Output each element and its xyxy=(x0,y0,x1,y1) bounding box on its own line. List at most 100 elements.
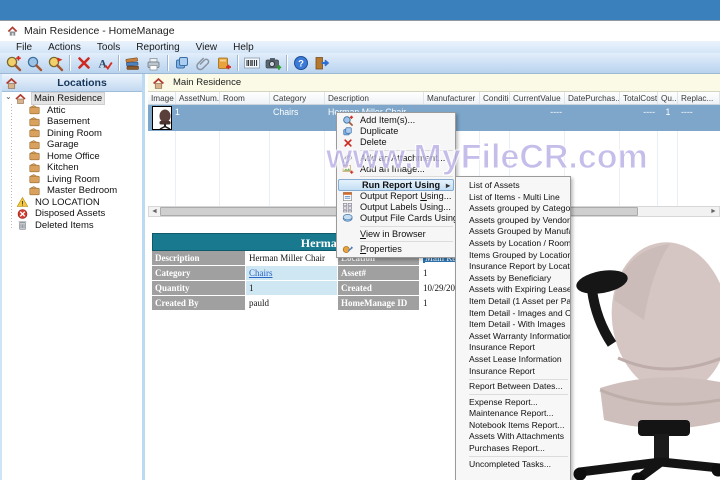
col-replacement[interactable]: Replac... xyxy=(678,92,720,104)
menu-tools[interactable]: Tools xyxy=(89,41,128,54)
locations-panel-header: Locations xyxy=(2,74,142,92)
col-room[interactable]: Room xyxy=(220,92,270,104)
col-currentvalue[interactable]: CurrentValue xyxy=(510,92,565,104)
expand-collapse-icon[interactable] xyxy=(5,94,14,103)
col-quantity[interactable]: Qu... xyxy=(658,92,678,104)
submenu-item[interactable]: Notebook Items Report... xyxy=(456,420,570,432)
submenu-item[interactable]: Assets by Beneficiary xyxy=(456,273,570,285)
folder-icon xyxy=(28,162,42,174)
col-category[interactable]: Category xyxy=(270,92,325,104)
attachment-icon[interactable] xyxy=(192,54,213,73)
col-datepurchased[interactable]: DatePurchas... xyxy=(565,92,620,104)
col-condition[interactable]: Condition xyxy=(480,92,510,104)
menu-item-view-in-browser[interactable]: View in Browser xyxy=(337,229,455,240)
menu-reporting[interactable]: Reporting xyxy=(128,41,187,54)
properties-icon xyxy=(340,244,355,255)
submenu-item[interactable]: Purchases Report... xyxy=(456,443,570,455)
col-manufacturer[interactable]: Manufacturer xyxy=(424,92,480,104)
exit-icon[interactable] xyxy=(311,54,332,73)
home-icon xyxy=(5,77,19,89)
tree-item-kitchen[interactable]: Kitchen xyxy=(2,162,142,174)
asset-photo-chair xyxy=(552,240,720,480)
tree-item-no-location[interactable]: ! NO LOCATION xyxy=(2,197,142,209)
menu-view[interactable]: View xyxy=(188,41,226,54)
main-tab-strip: Main Residence xyxy=(148,74,720,92)
tree-item-master-bedroom[interactable]: Master Bedroom xyxy=(2,185,142,197)
menu-item-output-labels-using[interactable]: Output Labels Using... xyxy=(337,202,455,213)
disposed-icon xyxy=(16,208,30,220)
barcode-icon[interactable] xyxy=(241,54,262,73)
submenu-item[interactable]: Uncompleted Tasks... xyxy=(456,459,570,471)
submenu-item[interactable]: List of Items - Multi Line xyxy=(456,192,570,204)
submenu-item[interactable]: Report Between Dates... xyxy=(456,381,570,393)
help-icon[interactable]: ? xyxy=(290,54,311,73)
menu-item-run-report-using[interactable]: Run Report Using xyxy=(338,178,454,191)
tree-item-home-office[interactable]: Home Office xyxy=(2,151,142,163)
menu-item-output-file-cards-using[interactable]: Output File Cards Using... xyxy=(337,213,466,224)
scroll-right-icon[interactable]: ► xyxy=(708,207,719,216)
camera-add-icon[interactable] xyxy=(262,54,283,73)
category-link[interactable]: Chairs xyxy=(249,268,273,278)
menu-bar: File Actions Tools Reporting View Help xyxy=(0,40,720,53)
submenu-item[interactable]: Item Detail - Images and Captions xyxy=(456,308,570,320)
submenu-item[interactable]: Assets Grouped by Manufacturer xyxy=(456,226,570,238)
scroll-left-icon[interactable]: ◄ xyxy=(149,207,160,216)
menu-item-add-items[interactable]: Add Item(s)... xyxy=(337,115,455,126)
detail-label-quantity: Quantity xyxy=(152,281,246,296)
menu-help[interactable]: Help xyxy=(225,41,262,54)
tree-item-basement[interactable]: Basement xyxy=(2,116,142,128)
import-icon[interactable] xyxy=(213,54,234,73)
folder-icon xyxy=(28,139,42,151)
duplicate-icon[interactable] xyxy=(171,54,192,73)
menu-actions[interactable]: Actions xyxy=(40,41,89,54)
tree-item-attic[interactable]: Attic xyxy=(2,105,142,117)
cell-quantity: 1 xyxy=(665,107,671,117)
submenu-item[interactable]: Insurance Report by Location and Room xyxy=(456,261,570,273)
submenu-item[interactable]: Expense Report... xyxy=(456,397,570,409)
submenu-item[interactable]: Items Grouped by Location xyxy=(456,250,570,262)
tab-main-residence[interactable]: Main Residence xyxy=(173,77,241,88)
tree-item-disposed-assets[interactable]: Disposed Assets xyxy=(2,208,142,220)
menu-file[interactable]: File xyxy=(8,41,40,54)
warning-icon: ! xyxy=(16,196,30,208)
font-check-icon[interactable]: A xyxy=(94,54,115,73)
tree-item-garage[interactable]: Garage xyxy=(2,139,142,151)
col-description[interactable]: Description xyxy=(325,92,424,104)
tree-item-dining-room[interactable]: Dining Room xyxy=(2,128,142,140)
tree-item-main-residence[interactable]: Main Residence xyxy=(2,92,142,106)
view-item-icon[interactable] xyxy=(24,54,45,73)
window-title: Main Residence - HomeManage xyxy=(24,25,175,37)
find-item-icon[interactable] xyxy=(45,54,66,73)
detail-label-category: Category xyxy=(152,266,246,281)
col-assetnum[interactable]: AssetNum. xyxy=(176,92,220,104)
print-icon[interactable] xyxy=(143,54,164,73)
tree-item-living-room[interactable]: Living Room xyxy=(2,174,142,186)
submenu-item[interactable]: Insurance Report xyxy=(456,342,570,354)
menu-item-output-report-using[interactable]: Output Report Using... xyxy=(337,191,455,202)
toolbar-separator xyxy=(69,55,70,71)
tree-item-deleted-items[interactable]: Deleted Items xyxy=(2,220,142,232)
submenu-item[interactable]: Assets grouped by Vendor xyxy=(456,215,570,227)
submenu-item[interactable]: Item Detail (1 Asset per Page) xyxy=(456,296,570,308)
toolbar-separator xyxy=(118,55,119,71)
submenu-item[interactable]: Item Detail - With Images xyxy=(456,319,570,331)
delete-icon[interactable] xyxy=(73,54,94,73)
detail-label-created: Created xyxy=(338,281,420,296)
submenu-item[interactable]: List of Assets xyxy=(456,180,570,192)
submenu-item[interactable]: Maintenance Report... xyxy=(456,408,570,420)
submenu-item[interactable]: Insurance Report xyxy=(456,366,570,378)
menu-item-duplicate[interactable]: Duplicate xyxy=(337,126,455,137)
submenu-item[interactable]: Asset Lease Information xyxy=(456,354,570,366)
col-image[interactable]: Image xyxy=(148,92,176,104)
submenu-item[interactable]: Assets With Attachments xyxy=(456,431,570,443)
locations-panel-title: Locations xyxy=(57,76,107,89)
submenu-item[interactable]: Assets grouped by Category xyxy=(456,203,570,215)
submenu-item[interactable]: Assets with Expiring Leases xyxy=(456,284,570,296)
submenu-item[interactable]: Asset Warranty Information xyxy=(456,331,570,343)
col-totalcost[interactable]: TotalCost xyxy=(620,92,658,104)
add-item-icon[interactable] xyxy=(3,54,24,73)
locations-tree: Main Residence Attic Basement Dining Roo… xyxy=(2,92,142,232)
menu-item-properties[interactable]: Properties xyxy=(337,244,455,255)
submenu-item[interactable]: Assets by Location / Room xyxy=(456,238,570,250)
address-books-icon[interactable] xyxy=(122,54,143,73)
